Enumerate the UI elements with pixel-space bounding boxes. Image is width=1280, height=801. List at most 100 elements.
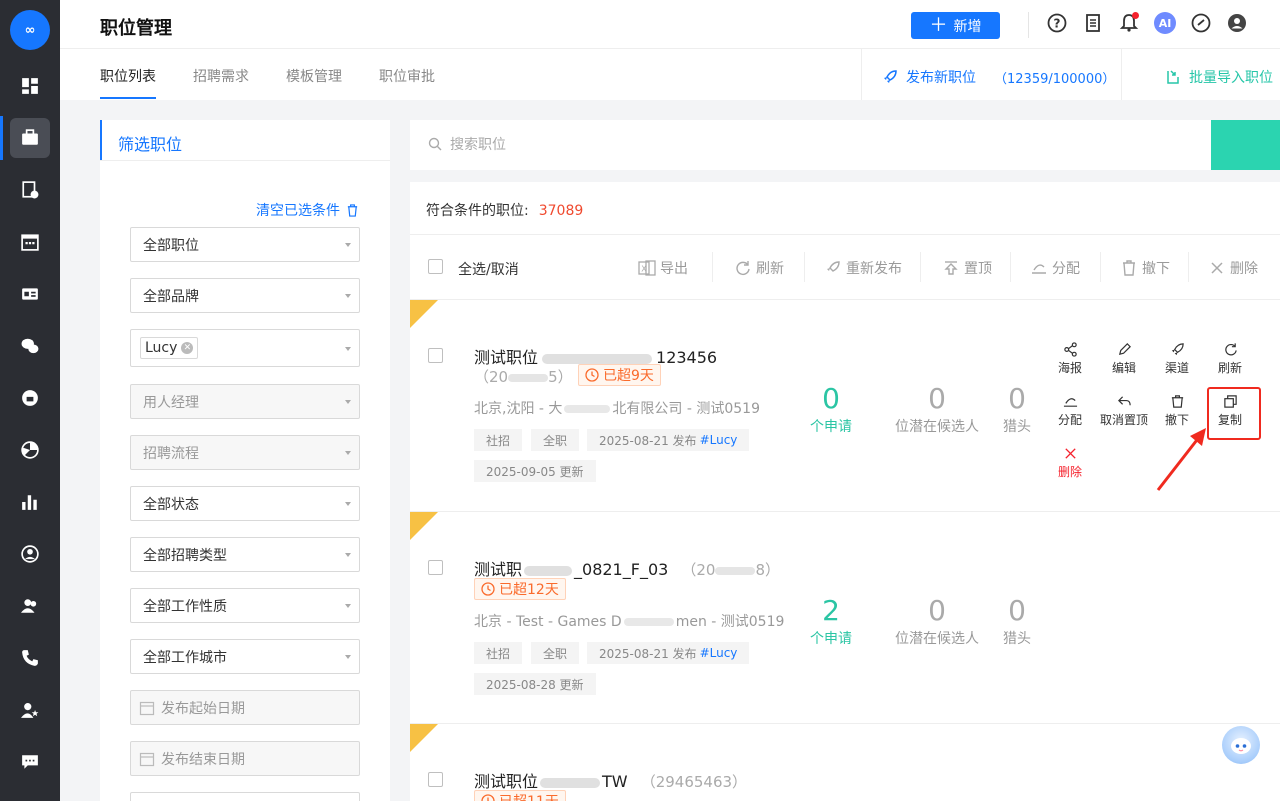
close-icon — [1211, 262, 1223, 274]
rocket-icon — [1171, 343, 1184, 356]
search-input[interactable]: 搜索职位 — [428, 134, 506, 154]
search-button[interactable] — [1211, 120, 1280, 170]
tab-job-list[interactable]: 职位列表 — [100, 66, 156, 86]
job-checkbox[interactable] — [428, 560, 443, 575]
job-title[interactable]: 测试职位 TW （29465463） — [474, 768, 747, 792]
tab-requirements[interactable]: 招聘需求 — [193, 66, 249, 86]
clear-filters-label: 清空已选条件 — [256, 203, 340, 219]
caret-down-icon — [345, 502, 351, 506]
action-delete[interactable]: 删除 — [1042, 446, 1098, 480]
document-icon[interactable] — [1082, 12, 1104, 34]
nav-contacts[interactable] — [0, 272, 60, 316]
nav-report[interactable] — [0, 428, 60, 472]
toolbar-separator — [1100, 252, 1101, 282]
new-button[interactable]: ＋ 新增 — [911, 12, 1000, 39]
filter-divider — [100, 160, 390, 161]
stat-headhunters[interactable]: 0 猎头 — [967, 596, 1067, 648]
app-logo[interactable]: ∞ — [10, 10, 50, 50]
calendar-icon — [139, 701, 155, 715]
redacted-text — [715, 566, 756, 575]
user-avatar-icon[interactable] — [1226, 12, 1248, 34]
job-location-company: 北京 - Test - Games D men - 测试0519 — [474, 611, 784, 631]
redacted-text — [623, 618, 674, 626]
select-all-jobs[interactable]: 全部职位 — [130, 227, 360, 262]
job-checkbox[interactable] — [428, 772, 443, 787]
nav-stats[interactable] — [0, 480, 60, 524]
action-refresh[interactable]: 刷新 — [1202, 342, 1258, 376]
select-brand[interactable]: 全部品牌 — [130, 278, 360, 313]
job-corner-flag — [410, 724, 438, 752]
annotation-arrow — [1156, 428, 1206, 491]
action-assign[interactable]: 分配 — [1042, 394, 1098, 428]
publish-new-job-link[interactable]: 发布新职位 （12359/100000） — [882, 67, 1115, 87]
toolbar-separator — [1010, 252, 1011, 282]
action-label: 删除 — [1057, 465, 1082, 479]
withdraw-button[interactable]: 撤下 — [1120, 258, 1170, 278]
nav-wechat[interactable] — [0, 324, 60, 368]
select-process[interactable]: 招聘流程 — [130, 435, 360, 470]
select-work-type[interactable]: 全部工作性质 — [130, 588, 360, 623]
overdue-badge: 已超12天 — [474, 578, 566, 600]
assistant-bot-icon[interactable] — [1222, 726, 1260, 764]
job-checkbox[interactable] — [428, 348, 443, 363]
stat-applications[interactable]: 2 个申请 — [781, 596, 881, 648]
pin-top-button[interactable]: 置顶 — [942, 258, 992, 278]
action-edit[interactable]: 编辑 — [1096, 342, 1152, 376]
nav-dashboard[interactable] — [0, 64, 60, 108]
redacted-text — [564, 405, 611, 413]
date-start-input[interactable]: 发布起始日期 — [130, 690, 360, 725]
nav-like[interactable] — [0, 376, 60, 420]
ai-icon[interactable]: AI — [1154, 12, 1176, 34]
stat-value: 0 — [1008, 594, 1026, 627]
nav-calendar[interactable] — [0, 220, 60, 264]
job-title-text: TW — [602, 772, 628, 791]
select-more[interactable] — [130, 792, 360, 801]
nav-messages[interactable] — [0, 740, 60, 784]
logo-text: ∞ — [24, 22, 36, 38]
nav-jobs[interactable] — [0, 116, 60, 160]
select-hiring-manager[interactable]: 用人经理 — [130, 384, 360, 419]
assign-button[interactable]: 分配 — [1030, 258, 1080, 278]
republish-button[interactable]: 重新发布 — [824, 258, 902, 278]
nav-phone[interactable] — [0, 636, 60, 680]
publisher-link[interactable]: #Lucy — [700, 433, 738, 447]
withdraw-label: 撤下 — [1142, 261, 1170, 277]
action-channels[interactable]: 渠道 — [1149, 342, 1205, 376]
assign-label: 分配 — [1052, 261, 1080, 277]
nav-admin[interactable] — [0, 688, 60, 732]
select-hiring-type[interactable]: 全部招聘类型 — [130, 537, 360, 572]
clear-filters-link[interactable]: 清空已选条件 — [256, 200, 359, 220]
export-button[interactable]: X 导出 — [638, 258, 688, 278]
help-icon[interactable]: ? — [1046, 12, 1068, 34]
select-status[interactable]: 全部状态 — [130, 486, 360, 521]
date-end-input[interactable]: 发布结束日期 — [130, 741, 360, 776]
bulk-import-link[interactable]: 批量导入职位 — [1165, 67, 1273, 87]
job-title[interactable]: 测试职 _0821_F_03 （20 8） — [474, 556, 780, 580]
nav-talent[interactable] — [0, 532, 60, 576]
bell-icon[interactable] — [1118, 12, 1140, 34]
close-icon — [1064, 448, 1076, 459]
publisher-link[interactable]: #Lucy — [700, 646, 738, 660]
chip-remove-icon[interactable]: ✕ — [181, 342, 194, 354]
nav-team[interactable] — [0, 584, 60, 628]
trash-icon — [1171, 395, 1183, 408]
republish-label: 重新发布 — [846, 261, 902, 277]
action-poster[interactable]: 海报 — [1042, 342, 1098, 376]
stat-applications[interactable]: 0 个申请 — [781, 384, 881, 436]
header-separator — [1028, 12, 1029, 38]
tab-templates[interactable]: 模板管理 — [286, 66, 342, 86]
select-city[interactable]: 全部工作城市 — [130, 639, 360, 674]
bot-face-icon — [1231, 738, 1251, 754]
stat-value: 2 — [822, 594, 840, 627]
published-date: 2025-08-21 发布 — [599, 433, 697, 448]
select-value: 全部职位 — [143, 237, 199, 254]
tab-approval[interactable]: 职位审批 — [379, 66, 435, 86]
select-all-label[interactable]: 全选/取消 — [458, 259, 519, 279]
select-all-checkbox[interactable] — [428, 259, 443, 274]
link-icon[interactable] — [1190, 12, 1212, 34]
refresh-button[interactable]: 刷新 — [734, 258, 784, 278]
action-unpin[interactable]: 取消置顶 — [1096, 394, 1152, 428]
delete-button[interactable]: 删除 — [1208, 258, 1258, 278]
select-publisher[interactable]: Lucy ✕ — [130, 329, 360, 367]
nav-resume[interactable] — [0, 168, 60, 212]
